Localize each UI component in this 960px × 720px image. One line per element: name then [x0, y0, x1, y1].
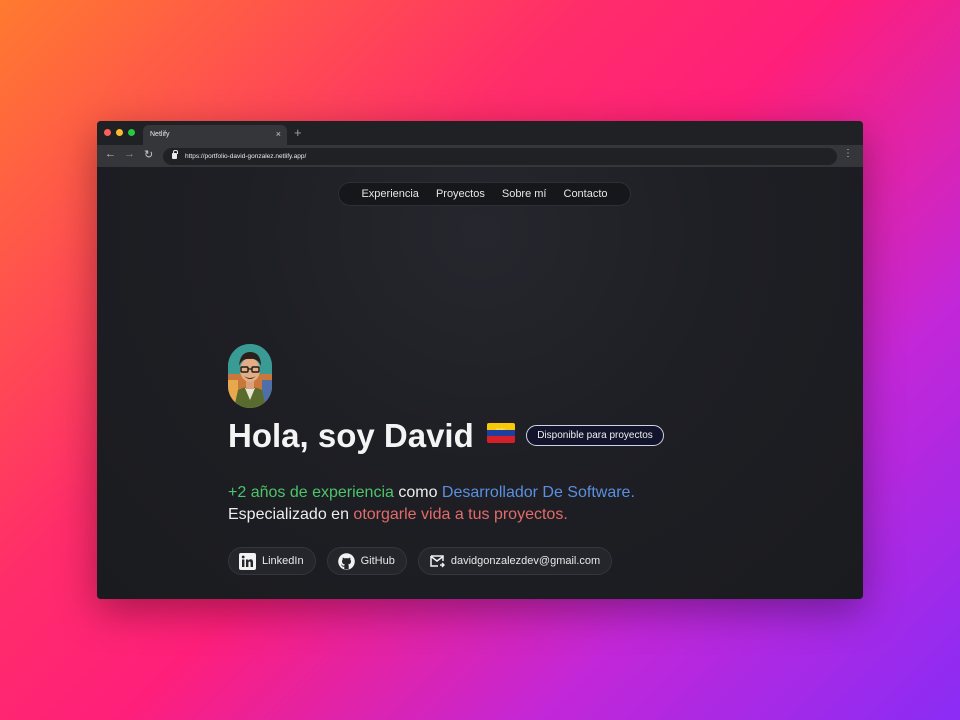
- new-tab-button[interactable]: +: [294, 125, 302, 140]
- experience-highlight: +2 años de experiencia: [228, 484, 394, 501]
- email-label: davidgonzalezdev@gmail.com: [450, 555, 601, 567]
- browser-toolbar: ← → ↻ https://portfolio-david-gonzalez.n…: [97, 145, 863, 167]
- linkedin-button[interactable]: LinkedIn: [228, 547, 316, 575]
- venezuela-flag-icon: [487, 423, 515, 443]
- browser-tab[interactable]: Netlify ×: [143, 125, 287, 145]
- github-label: GitHub: [360, 555, 395, 567]
- availability-badge: Disponible para proyectos: [526, 425, 664, 446]
- main-nav: Experiencia Proyectos Sobre mí Contacto: [338, 182, 631, 206]
- specialization-highlight: otorgarle vida a tus proyectos.: [353, 506, 568, 523]
- lock-icon: [172, 150, 178, 159]
- page-title: Hola, soy David: [228, 417, 474, 454]
- maximize-window-button[interactable]: [128, 129, 135, 136]
- linkedin-icon: [239, 552, 256, 570]
- forward-arrow-icon[interactable]: →: [124, 148, 135, 160]
- github-button[interactable]: GitHub: [326, 547, 407, 575]
- github-icon: [337, 552, 355, 570]
- mail-icon: [430, 555, 445, 568]
- tagline: +2 años de experiencia como Desarrollado…: [228, 482, 635, 526]
- nav-item-contacto[interactable]: Contacto: [564, 188, 608, 200]
- email-button[interactable]: davidgonzalezdev@gmail.com: [417, 547, 613, 575]
- url-text: https://portfolio-david-gonzalez.netlify…: [185, 153, 307, 160]
- close-window-button[interactable]: [104, 129, 111, 136]
- avatar: [228, 344, 272, 408]
- tab-bar: Netlify × +: [97, 121, 863, 145]
- social-links: LinkedIn GitHub davidgonzalezdev@gmail.c…: [228, 547, 613, 575]
- address-bar[interactable]: https://portfolio-david-gonzalez.netlify…: [163, 148, 837, 165]
- reload-icon[interactable]: ↻: [144, 148, 153, 161]
- role-highlight: Desarrollador De Software.: [441, 484, 635, 501]
- linkedin-label: LinkedIn: [262, 555, 304, 567]
- window-controls: [104, 129, 135, 136]
- back-arrow-icon[interactable]: ←: [105, 148, 116, 160]
- nav-item-experiencia[interactable]: Experiencia: [361, 188, 418, 200]
- tab-title: Netlify: [150, 131, 170, 138]
- browser-menu-icon[interactable]: ⋮: [843, 148, 853, 159]
- tagline-connector: como: [393, 484, 442, 501]
- browser-window: Netlify × + ← → ↻ https://portfolio-davi…: [97, 121, 863, 599]
- nav-item-sobre-mi[interactable]: Sobre mí: [502, 188, 547, 200]
- tab-close-icon[interactable]: ×: [276, 129, 281, 139]
- nav-item-proyectos[interactable]: Proyectos: [436, 188, 485, 200]
- page-content: Experiencia Proyectos Sobre mí Contacto: [97, 167, 863, 599]
- specialization-prefix: Especializado en: [228, 506, 354, 523]
- minimize-window-button[interactable]: [116, 129, 123, 136]
